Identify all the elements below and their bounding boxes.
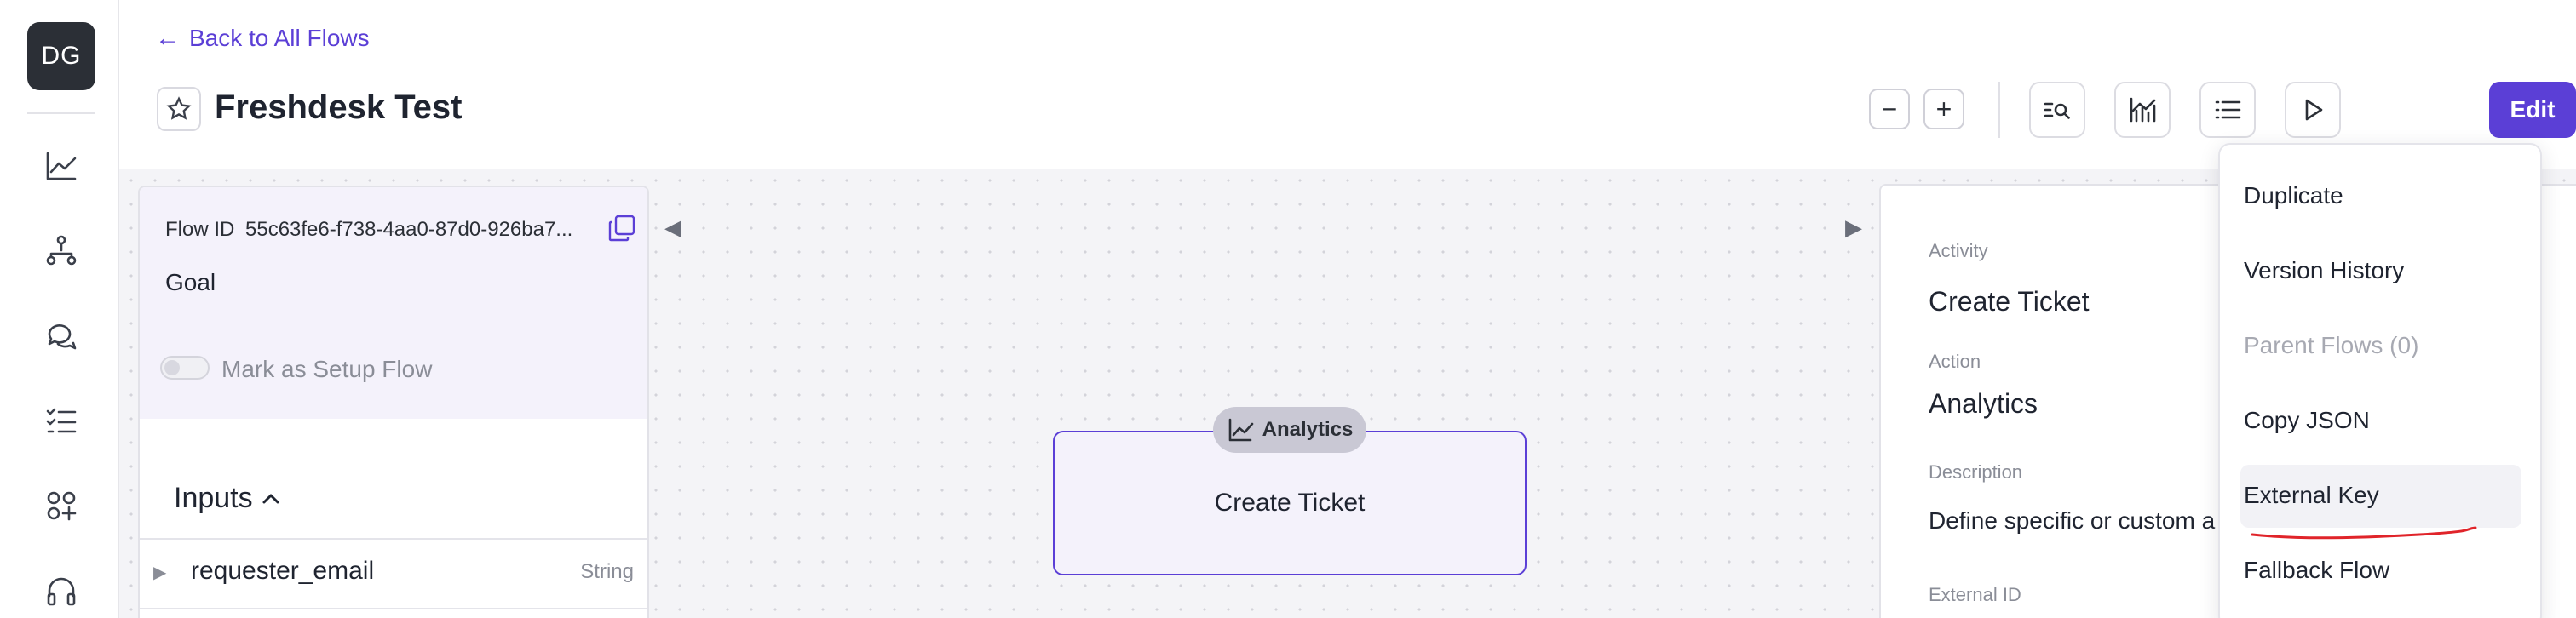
sidebar-item-analytics[interactable] bbox=[41, 145, 82, 186]
edit-button[interactable]: Edit bbox=[2489, 82, 2576, 138]
menu-item-duplicate[interactable]: Duplicate bbox=[2244, 182, 2343, 209]
menu-item-parent-flows: Parent Flows (0) bbox=[2244, 332, 2419, 358]
list-search-icon bbox=[2044, 102, 2070, 119]
flow-details-panel: Flow ID 55c63fe6-f738-4aa0-87d0-926ba7..… bbox=[138, 186, 649, 618]
back-to-flows-link[interactable]: ← Back to All Flows bbox=[155, 24, 370, 53]
annotation-underline bbox=[2249, 521, 2479, 545]
menu-item-external-key[interactable]: External Key bbox=[2244, 482, 2379, 509]
sidebar: DG bbox=[0, 0, 119, 618]
menu-item-fallback-flow[interactable]: Fallback Flow bbox=[2244, 557, 2389, 584]
sidebar-item-apps[interactable] bbox=[41, 485, 82, 526]
collapse-left-panel-icon[interactable]: ◀ bbox=[664, 215, 681, 241]
sidebar-item-support[interactable] bbox=[41, 570, 82, 611]
divider bbox=[140, 608, 647, 609]
menu-item-version-history[interactable]: Version History bbox=[2244, 257, 2404, 284]
zoom-in-button[interactable]: + bbox=[1923, 89, 1964, 129]
expand-triangle-icon[interactable]: ▶ bbox=[153, 562, 166, 583]
input-row[interactable]: ▶ requester_email String bbox=[140, 540, 647, 608]
analytics-icon bbox=[46, 152, 77, 180]
chart-icon bbox=[2130, 97, 2156, 123]
favorite-button[interactable] bbox=[157, 87, 201, 131]
collapse-right-panel-icon[interactable]: ▶ bbox=[1845, 215, 1862, 241]
toolbar-divider bbox=[1998, 82, 2000, 138]
apps-add-icon bbox=[47, 491, 77, 521]
setup-flow-label: Mark as Setup Flow bbox=[221, 356, 433, 382]
avatar[interactable]: DG bbox=[27, 22, 95, 90]
star-icon bbox=[166, 96, 192, 120]
chat-icon bbox=[48, 324, 77, 350]
activity-label: Activity bbox=[1929, 240, 1988, 261]
play-icon bbox=[2305, 99, 2323, 121]
headset-icon bbox=[47, 577, 76, 606]
flow-id-value: 55c63fe6-f738-4aa0-87d0-926ba7... bbox=[245, 218, 573, 241]
sidebar-item-conversations[interactable] bbox=[41, 315, 82, 356]
inputs-section-toggle[interactable]: Inputs bbox=[174, 482, 282, 515]
sidebar-item-flows[interactable] bbox=[41, 230, 82, 271]
description-value: Define specific or custom a bbox=[1929, 507, 2216, 534]
external-id-label: External ID bbox=[1929, 584, 2021, 605]
sidebar-divider bbox=[27, 112, 95, 114]
node-title: Create Ticket bbox=[1214, 489, 1366, 517]
activity-value: Create Ticket bbox=[1929, 286, 2090, 317]
sidebar-item-tasks[interactable] bbox=[41, 400, 82, 441]
inputs-title: Inputs bbox=[174, 482, 253, 514]
hierarchy-icon bbox=[46, 235, 77, 266]
back-link-label: Back to All Flows bbox=[189, 25, 370, 51]
chevron-up-icon bbox=[262, 494, 279, 503]
list-icon bbox=[2215, 100, 2241, 119]
input-name: requester_email bbox=[191, 557, 375, 585]
analytics-button[interactable] bbox=[2114, 82, 2171, 138]
copy-icon[interactable] bbox=[607, 213, 637, 243]
action-value: Analytics bbox=[1929, 388, 2038, 419]
node-type-badge: Analytics bbox=[1213, 407, 1366, 453]
toggle-knob bbox=[164, 360, 180, 375]
checklist-icon bbox=[46, 408, 77, 433]
goal-field[interactable]: Goal bbox=[165, 269, 216, 296]
setup-flow-toggle[interactable] bbox=[160, 356, 210, 380]
more-options-menu: Duplicate Version History Parent Flows (… bbox=[2218, 143, 2542, 618]
input-type: String bbox=[580, 560, 634, 583]
run-button[interactable] bbox=[2285, 82, 2341, 138]
page-title: Freshdesk Test bbox=[215, 89, 463, 126]
action-label: Action bbox=[1929, 351, 1981, 372]
flow-id-label: Flow ID bbox=[165, 218, 235, 241]
search-logs-button[interactable] bbox=[2029, 82, 2085, 138]
header: ← Back to All Flows Freshdesk Test − + E… bbox=[119, 0, 2576, 169]
arrow-left-icon: ← bbox=[155, 24, 181, 52]
analytics-icon bbox=[1228, 418, 1253, 442]
menu-item-copy-json[interactable]: Copy JSON bbox=[2244, 407, 2370, 434]
description-label: Description bbox=[1929, 461, 2023, 483]
zoom-out-button[interactable]: − bbox=[1869, 89, 1910, 129]
node-badge-label: Analytics bbox=[1262, 418, 1354, 441]
list-view-button[interactable] bbox=[2199, 82, 2256, 138]
